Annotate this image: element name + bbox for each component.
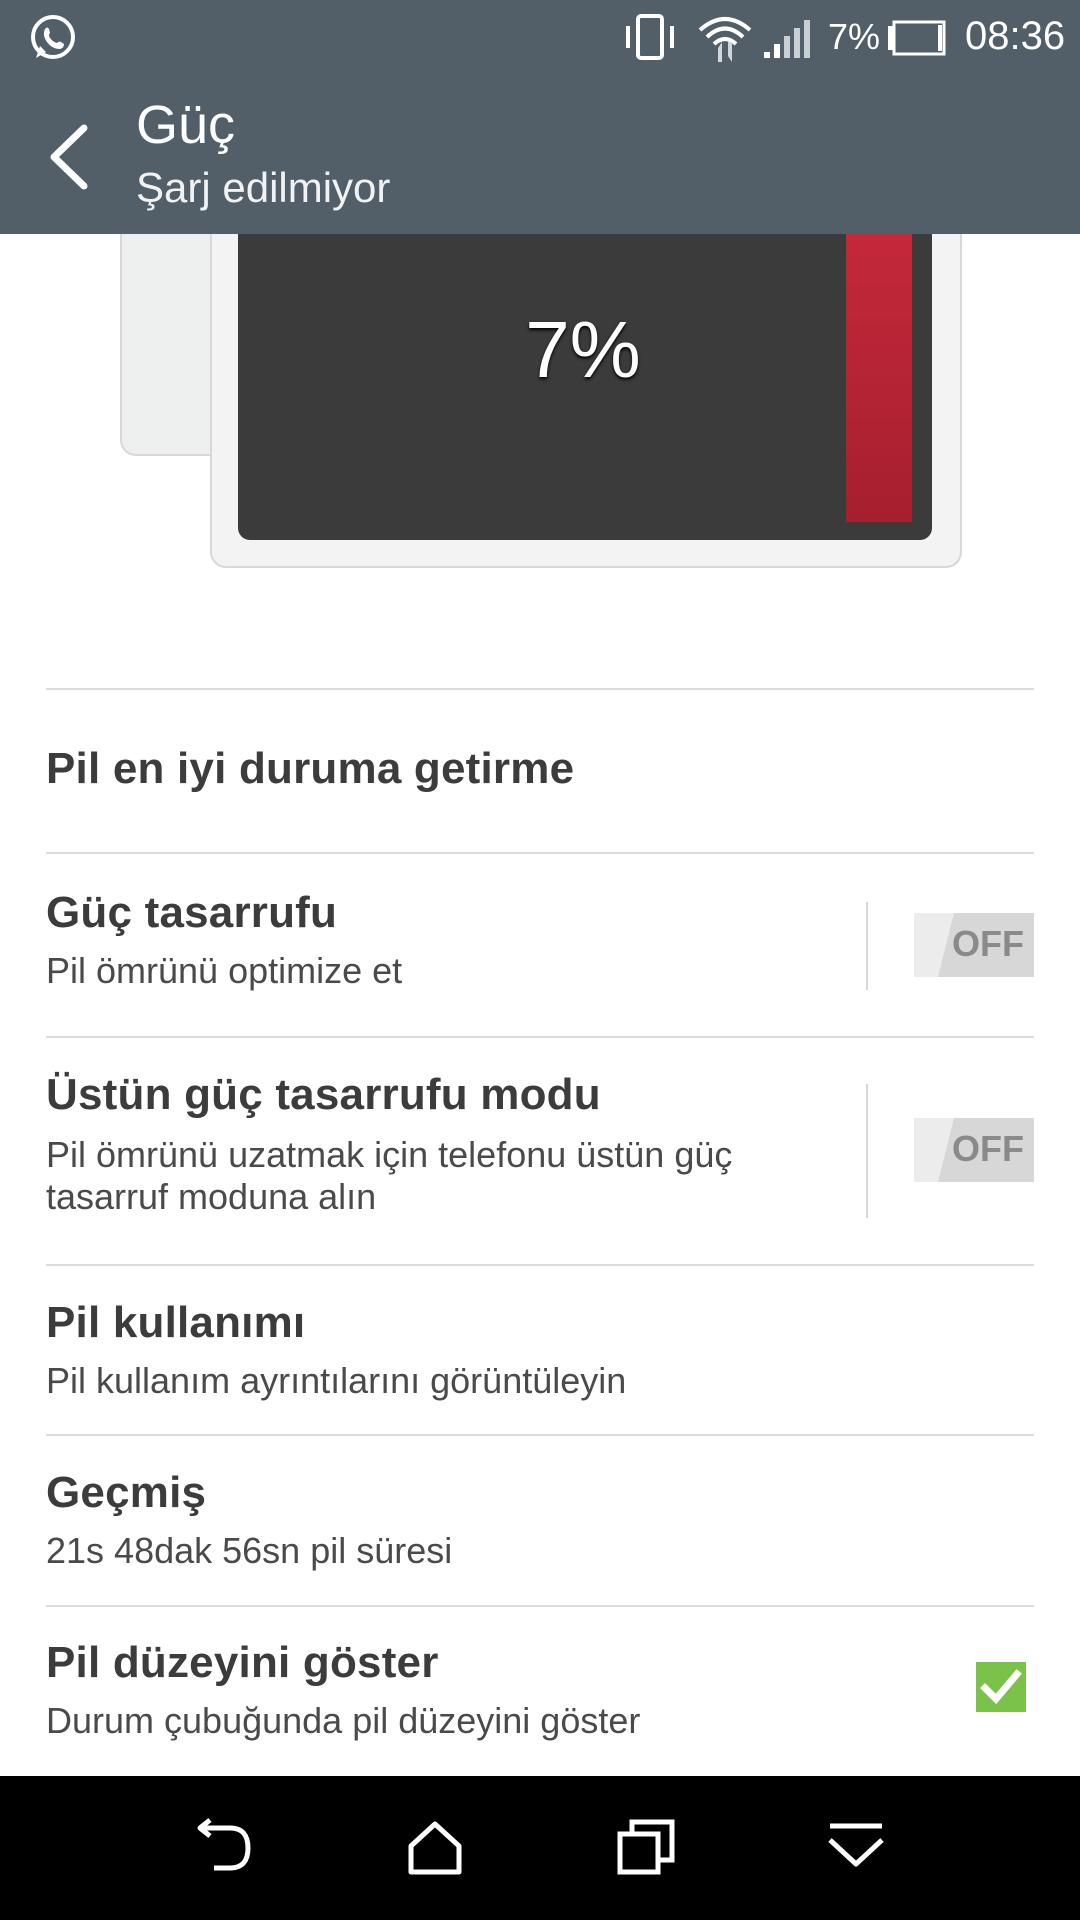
toggle-knob bbox=[914, 913, 954, 977]
extreme-power-saver-toggle[interactable]: OFF bbox=[914, 1118, 1034, 1182]
status-time: 08:36 bbox=[965, 14, 1066, 58]
toggle-state-label: OFF bbox=[952, 923, 1024, 964]
show-battery-level-checkbox[interactable] bbox=[976, 1662, 1026, 1712]
vibrate-icon bbox=[626, 14, 674, 60]
divider bbox=[46, 1036, 1034, 1038]
navigation-bar bbox=[0, 1776, 1080, 1920]
action-bar: Güç Şarj edilmiyor bbox=[0, 78, 1080, 234]
checkmark-icon bbox=[980, 1669, 1022, 1705]
show-battery-level-title: Pil düzeyini göster bbox=[46, 1638, 439, 1687]
extreme-power-saver-subtitle-line1: Pil ömrünü uzatmak için telefonu üstün g… bbox=[46, 1134, 733, 1175]
battery-optimization-title: Pil en iyi duruma getirme bbox=[46, 744, 575, 793]
history-subtitle: 21s 48dak 56sn pil süresi bbox=[46, 1530, 453, 1571]
status-bar: 7% 08:36 bbox=[0, 0, 1080, 78]
vertical-separator bbox=[866, 1084, 868, 1218]
show-battery-level-subtitle: Durum çubuğunda pil düzeyini göster bbox=[46, 1700, 641, 1741]
divider bbox=[46, 1605, 1034, 1607]
wifi-icon bbox=[698, 17, 752, 62]
battery-usage-subtitle: Pil kullanım ayrıntılarını görüntüleyin bbox=[46, 1360, 627, 1401]
toggle-state-label: OFF bbox=[952, 1128, 1024, 1169]
extreme-power-saver-subtitle-line2: tasarruf moduna alın bbox=[46, 1176, 377, 1217]
nav-home-icon[interactable] bbox=[405, 1818, 465, 1878]
page-subtitle: Şarj edilmiyor bbox=[136, 164, 391, 211]
battery-graphic: 7% bbox=[0, 234, 1080, 574]
nav-back-icon[interactable] bbox=[196, 1818, 256, 1878]
battery-usage-title: Pil kullanımı bbox=[46, 1298, 306, 1347]
divider bbox=[46, 1434, 1034, 1436]
extreme-power-saver-title: Üstün güç tasarrufu modu bbox=[46, 1070, 601, 1119]
status-battery-percent: 7% bbox=[828, 16, 881, 57]
whatsapp-icon bbox=[31, 15, 75, 59]
divider bbox=[46, 852, 1034, 854]
power-saver-subtitle: Pil ömrünü optimize et bbox=[46, 950, 403, 991]
battery-icon bbox=[888, 20, 946, 56]
divider bbox=[46, 688, 1034, 690]
power-saver-title: Güç tasarrufu bbox=[46, 888, 338, 937]
toggle-knob bbox=[914, 1118, 954, 1182]
history-title: Geçmiş bbox=[46, 1468, 207, 1517]
page-title: Güç bbox=[136, 95, 236, 155]
nav-recents-icon[interactable] bbox=[616, 1818, 676, 1878]
vertical-separator bbox=[866, 902, 868, 990]
back-arrow-icon[interactable] bbox=[44, 122, 94, 192]
nav-menu-icon[interactable] bbox=[826, 1818, 886, 1878]
signal-icon bbox=[764, 20, 810, 58]
power-saver-toggle[interactable]: OFF bbox=[914, 913, 1034, 977]
battery-percent-label: 7% bbox=[525, 305, 641, 394]
divider bbox=[46, 1264, 1034, 1266]
